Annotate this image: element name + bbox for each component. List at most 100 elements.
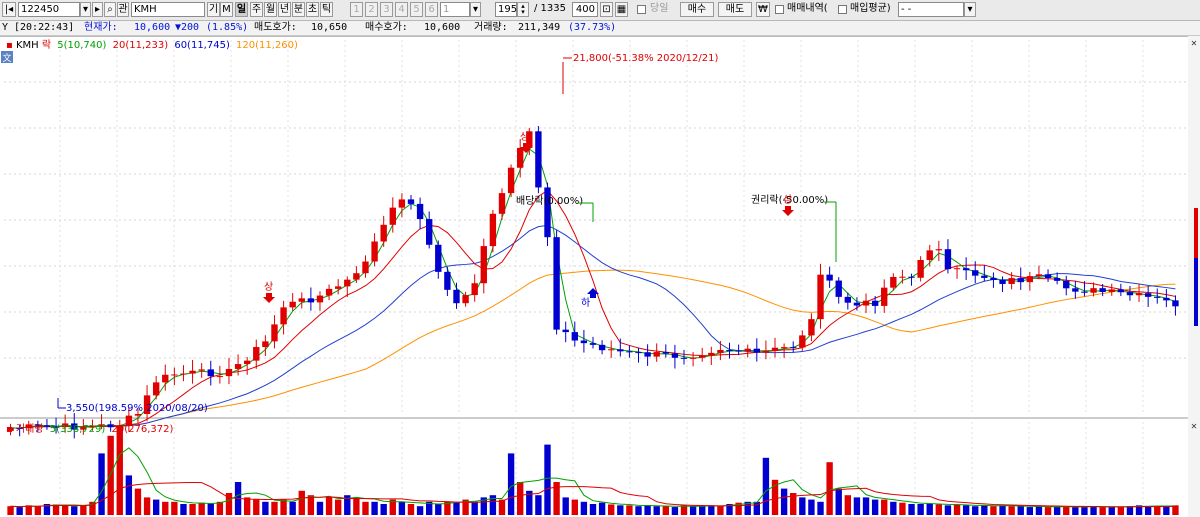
avg-price-checkbox[interactable] — [838, 5, 847, 14]
volume-bar — [162, 501, 169, 515]
candle-body — [171, 374, 178, 376]
tick-4[interactable]: 4 — [395, 2, 408, 17]
candle-body — [1108, 289, 1115, 292]
tick-2[interactable]: 2 — [365, 2, 378, 17]
total-count: / 1335 — [534, 3, 566, 14]
volume-label: 거래량: — [474, 22, 508, 33]
first-icon[interactable]: |◂ — [2, 2, 16, 17]
period-minute[interactable]: 분 — [292, 2, 305, 17]
volume-bar — [280, 499, 287, 515]
account-select[interactable]: - - — [898, 2, 964, 17]
candle-body — [344, 279, 351, 287]
candle-body — [1063, 280, 1070, 289]
candle-body — [999, 279, 1006, 284]
candle-body — [152, 382, 160, 396]
dividend-annotation: 배당락(0.00%) — [516, 195, 583, 207]
volume-bar — [1008, 506, 1015, 515]
today-checkbox[interactable] — [637, 5, 646, 14]
grid-icon[interactable]: ▦ — [615, 2, 628, 17]
period-week[interactable]: 주 — [250, 2, 263, 17]
sell-button[interactable]: 매도 — [718, 2, 752, 17]
current-price-value: 10,600 — [134, 22, 171, 33]
buy-button[interactable]: 매수 — [680, 2, 714, 17]
tick-select[interactable]: 1 — [440, 2, 470, 17]
settings-icon[interactable]: ⊡ — [600, 2, 613, 17]
stock-code-input[interactable]: 122450 — [18, 2, 80, 17]
candle-body — [862, 300, 870, 306]
candle-body — [1035, 274, 1043, 277]
volume-bar — [953, 504, 961, 515]
tick-dropdown-icon[interactable]: ▾ — [470, 2, 481, 17]
candle-body — [598, 344, 606, 351]
code-dropdown-icon[interactable]: ▾ — [80, 2, 91, 17]
volume-bar — [80, 505, 87, 515]
trade-history-checkbox[interactable] — [775, 5, 784, 14]
volume-bar — [917, 504, 924, 515]
volume-bar — [316, 501, 324, 515]
volume-bar — [1144, 506, 1152, 515]
period-gi[interactable]: 기 — [207, 2, 220, 17]
period-m[interactable]: M — [220, 2, 233, 17]
vol-legend-marker: ▪ — [6, 424, 13, 435]
volume-bar — [371, 501, 378, 515]
account-dropdown-icon[interactable]: ▾ — [964, 2, 976, 17]
volume-bar — [972, 506, 979, 515]
candle-body — [844, 296, 852, 303]
volume-bar — [535, 495, 542, 515]
price-chart[interactable]: ▪ KMH 락 5(10,740) 20(11,233) 60(11,745) … — [0, 36, 1200, 517]
volume-bar — [1108, 507, 1115, 515]
display-count-input[interactable]: 400 — [572, 2, 598, 17]
volume-bar — [1017, 506, 1024, 515]
period-month[interactable]: 월 — [264, 2, 277, 17]
candle-body — [1053, 277, 1061, 281]
period-day[interactable]: 일 — [235, 2, 248, 17]
candle-body — [507, 167, 515, 194]
period-tick[interactable]: 틱 — [320, 2, 333, 17]
candle-body — [662, 352, 669, 354]
volume-bar — [125, 475, 133, 515]
volume-bar — [580, 501, 588, 515]
tab-related[interactable]: 관 — [117, 2, 129, 17]
volume-bar — [1126, 506, 1134, 515]
next-icon[interactable]: ▸ — [92, 2, 103, 17]
panel-close-icon[interactable]: ✕ — [1191, 39, 1198, 48]
candle-body — [890, 276, 897, 288]
legend-ma5: 5(10,740) — [57, 40, 106, 51]
volume-bar — [134, 488, 142, 515]
period-second[interactable]: 초 — [306, 2, 319, 17]
volume-bar — [380, 504, 387, 515]
volume-bar — [1072, 507, 1079, 515]
volume-bar — [180, 504, 187, 515]
volume-bar — [881, 499, 888, 515]
candle-body — [808, 319, 815, 336]
volume-bar — [298, 490, 305, 515]
candle-body — [234, 364, 242, 369]
tick-1[interactable]: 1 — [350, 2, 363, 17]
volume-bar — [435, 504, 442, 515]
tick-6[interactable]: 6 — [425, 2, 438, 17]
ask-price-label: 매도호가: — [254, 22, 297, 33]
toolbar: |◂ 122450 ▾ ▸ ⌕ 관 KMH 기 M 일 주 월 년 분 초 틱 … — [0, 0, 1200, 21]
candle-body — [325, 288, 333, 296]
volume-bar — [899, 502, 906, 515]
legend-name: KMH — [16, 40, 39, 51]
candle-body — [453, 289, 460, 304]
search-icon[interactable]: ⌕ — [104, 2, 116, 17]
count-spinner-icon[interactable]: ▴ ▾ — [517, 2, 529, 17]
volume-bar — [981, 505, 988, 515]
volume-bar — [944, 505, 952, 515]
volume-bar — [1163, 506, 1170, 515]
candle-body — [771, 347, 779, 351]
bid-price-value: 10,600 — [424, 22, 461, 33]
tick-5[interactable]: 5 — [410, 2, 423, 17]
tick-3[interactable]: 3 — [380, 2, 393, 17]
volume-bar — [1154, 506, 1161, 515]
candle-body — [753, 348, 760, 353]
currency-icon[interactable]: ₩ — [756, 2, 770, 17]
volume-bar — [507, 453, 515, 515]
period-year[interactable]: 년 — [278, 2, 291, 17]
volume-bar — [853, 497, 861, 515]
volume-panel-close-icon[interactable]: ✕ — [1191, 422, 1198, 431]
count-input[interactable]: 195 — [495, 2, 517, 17]
candle-body — [389, 207, 396, 225]
